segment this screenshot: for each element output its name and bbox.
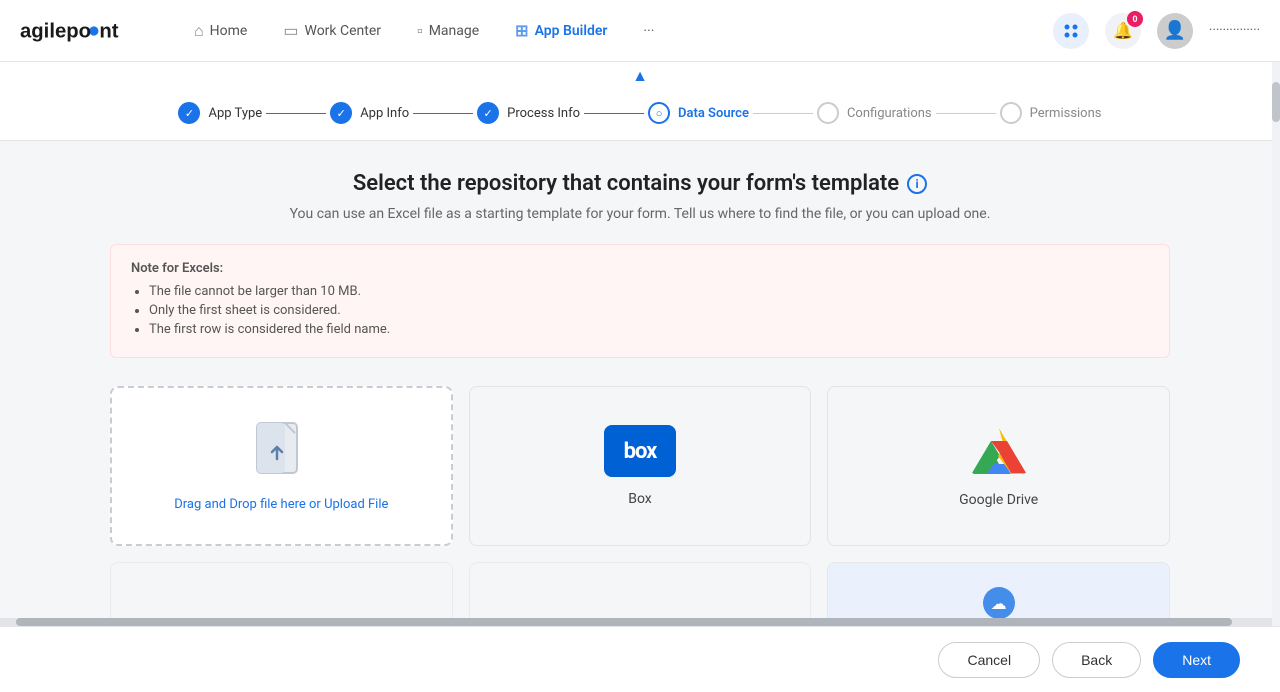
upload-file-icon [255, 421, 307, 483]
briefcase-icon: ▫ [417, 21, 423, 41]
stepper-toggle[interactable]: ▲ [20, 62, 1260, 90]
step-label-app-info: App Info [360, 106, 409, 121]
google-drive-card[interactable]: Google Drive [827, 386, 1170, 546]
logo[interactable]: agilepo nt [20, 13, 140, 49]
step-circle-permissions [1000, 102, 1022, 124]
footer: Cancel Back Next [0, 626, 1280, 692]
scroll-thumb [16, 618, 1232, 626]
card-row2-icon: ☁ [983, 587, 1015, 619]
stepper: ✓ App Type ✓ App Info ✓ Process Info ○ D… [20, 90, 1260, 140]
next-button[interactable]: Next [1153, 642, 1240, 678]
step-data-source[interactable]: ○ Data Source [648, 102, 749, 124]
main-content: Select the repository that contains your… [90, 141, 1190, 644]
navbar: agilepo nt ⌂ Home ▭ Work Center ▫ Manage… [0, 0, 1280, 62]
stepper-container: ▲ ✓ App Type ✓ App Info ✓ Process Info ○… [0, 62, 1280, 141]
nav-workcenter-label: Work Center [304, 23, 381, 39]
note-list: The file cannot be larger than 10 MB. On… [149, 284, 1149, 337]
page-title: Select the repository that contains your… [110, 171, 1170, 196]
connector-4 [753, 113, 813, 114]
vscroll-thumb [1272, 82, 1280, 122]
step-label-process-info: Process Info [507, 106, 580, 121]
step-configurations[interactable]: Configurations [817, 102, 932, 124]
step-label-app-type: App Type [208, 106, 262, 121]
step-label-permissions: Permissions [1030, 106, 1102, 121]
box-logo-text: box [624, 439, 657, 464]
upload-file-link[interactable]: Upload File [324, 497, 388, 512]
step-permissions[interactable]: Permissions [1000, 102, 1102, 124]
note-title: Note for Excels: [131, 261, 1149, 276]
step-circle-configurations [817, 102, 839, 124]
gdrive-label: Google Drive [959, 492, 1038, 508]
step-app-type[interactable]: ✓ App Type [178, 102, 262, 124]
horizontal-scrollbar[interactable] [0, 618, 1280, 626]
nav-home-label: Home [210, 23, 248, 39]
step-circle-app-type: ✓ [178, 102, 200, 124]
step-circle-process-info: ✓ [477, 102, 499, 124]
step-label-data-source: Data Source [678, 106, 749, 121]
apps-button[interactable] [1053, 13, 1089, 49]
vertical-scrollbar[interactable] [1272, 62, 1280, 626]
nav-more[interactable]: ··· [629, 17, 668, 45]
connector-3 [584, 113, 644, 114]
svg-text:nt: nt [99, 20, 118, 42]
username-text: ··············· [1209, 23, 1260, 38]
page-subtitle: You can use an Excel file as a starting … [110, 206, 1170, 222]
box-card[interactable]: box Box [469, 386, 812, 546]
gdrive-logo [969, 424, 1029, 478]
nav-manage[interactable]: ▫ Manage [403, 15, 493, 47]
step-circle-data-source: ○ [648, 102, 670, 124]
step-label-configurations: Configurations [847, 106, 932, 121]
nav-actions: 🔔 0 👤 ··············· [1053, 13, 1260, 49]
grid-icon: ⊞ [515, 21, 528, 40]
nav-appbuilder-label: App Builder [535, 23, 608, 39]
monitor-icon: ▭ [283, 21, 298, 40]
note-box: Note for Excels: The file cannot be larg… [110, 244, 1170, 358]
note-item-3: The first row is considered the field na… [149, 322, 1149, 337]
user-icon: 👤 [1164, 20, 1186, 41]
connector-5 [936, 113, 996, 114]
box-logo: box [604, 425, 676, 477]
upload-card[interactable]: Drag and Drop file here or Upload File [110, 386, 453, 546]
step-circle-app-info: ✓ [330, 102, 352, 124]
drag-drop-text: Drag and Drop file here or [174, 497, 324, 512]
avatar[interactable]: 👤 [1157, 13, 1193, 49]
nav-appbuilder[interactable]: ⊞ App Builder [501, 15, 621, 46]
page-title-text: Select the repository that contains your… [353, 171, 899, 196]
note-item-1: The file cannot be larger than 10 MB. [149, 284, 1149, 299]
step-app-info[interactable]: ✓ App Info [330, 102, 409, 124]
nav-home[interactable]: ⌂ Home [180, 15, 261, 47]
notifications-button[interactable]: 🔔 0 [1105, 13, 1141, 49]
cards-grid-row1: Drag and Drop file here or Upload File b… [110, 386, 1170, 546]
connector-1 [266, 113, 326, 114]
box-label: Box [628, 491, 652, 507]
upload-label: Drag and Drop file here or Upload File [174, 497, 388, 512]
cancel-button[interactable]: Cancel [938, 642, 1040, 678]
home-icon: ⌂ [194, 21, 204, 41]
info-icon[interactable]: i [907, 174, 927, 194]
back-button[interactable]: Back [1052, 642, 1141, 678]
svg-text:agilepo: agilepo [20, 20, 91, 42]
nav-workcenter[interactable]: ▭ Work Center [269, 15, 395, 46]
cloud-icon: ☁ [991, 594, 1007, 613]
note-item-2: Only the first sheet is considered. [149, 303, 1149, 318]
step-process-info[interactable]: ✓ Process Info [477, 102, 580, 124]
nav-manage-label: Manage [429, 23, 479, 39]
nav-more-label: ··· [643, 23, 654, 39]
notification-badge: 0 [1127, 11, 1143, 27]
chevron-up-icon: ▲ [632, 66, 648, 86]
nav-links: ⌂ Home ▭ Work Center ▫ Manage ⊞ App Buil… [180, 15, 1053, 47]
connector-2 [413, 113, 473, 114]
